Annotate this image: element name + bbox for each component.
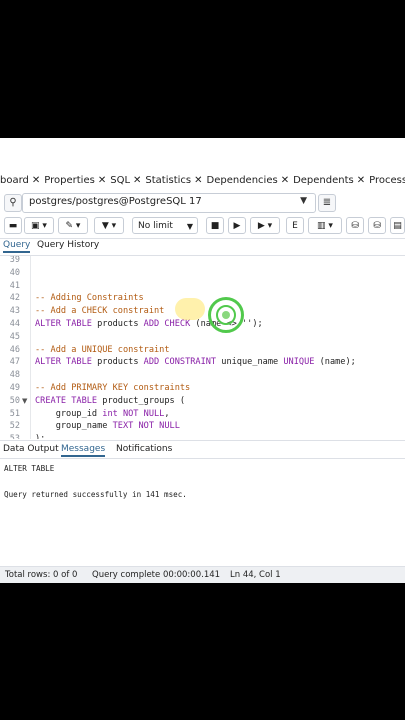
line-number: 52 — [9, 421, 20, 432]
line-number: 41 — [9, 280, 20, 291]
status-query-time: Query complete 00:00:00.141 — [92, 570, 221, 580]
code-token: group_id — [35, 408, 103, 419]
close-icon[interactable]: ✕ — [98, 175, 106, 186]
code-line: -- Add a CHECK constraint — [35, 306, 164, 316]
message-line: Query returned successfully in 141 msec. — [4, 490, 187, 499]
line-number: 48 — [9, 370, 20, 381]
explain-icon[interactable]: E — [286, 217, 304, 234]
tab-sql[interactable]: SQL ✕ — [110, 175, 141, 186]
line-number: 44 — [9, 319, 20, 329]
status-rows: Total rows: 0 of 0 — [5, 570, 78, 580]
code-line: -- Add PRIMARY KEY constraints — [35, 383, 190, 393]
status-bar: Total rows: 0 of 0 Query complete 00:00:… — [0, 566, 405, 583]
stop-icon[interactable]: ■ — [206, 217, 224, 234]
line-number: 42 — [9, 293, 20, 304]
save-button[interactable]: ▣ ▾ — [24, 217, 54, 234]
limit-select[interactable]: No limit ▼ — [132, 217, 198, 234]
execute-icon[interactable]: ▶ — [228, 217, 246, 234]
tab-dashboard[interactable]: board ✕ — [0, 175, 40, 186]
code-token: UNIQUE — [283, 357, 315, 368]
click-highlight — [175, 298, 205, 320]
close-icon[interactable]: ✕ — [194, 175, 202, 186]
code-line: -- Add a UNIQUE constraint — [35, 345, 170, 355]
explain-analyze-button[interactable]: ▥ ▾ — [308, 217, 342, 234]
code-token: products — [91, 357, 144, 368]
line-number: 43 — [9, 306, 20, 317]
connection-select[interactable]: postgres/postgres@PostgreSQL 17 ▼ — [22, 193, 316, 213]
line-number: 53 — [0, 434, 20, 439]
code-token: ALTER TABLE — [35, 319, 92, 329]
line-number: 50 — [9, 395, 20, 406]
status-cursor-position: Ln 44, Col 1 — [230, 570, 281, 580]
code-token: (name); — [314, 357, 356, 368]
object-tab-bar: board ✕ Properties ✕ SQL ✕ Statistics ✕ Depe… — [0, 169, 405, 192]
chevron-down-icon: ▼ — [186, 222, 193, 231]
tab-data-output[interactable]: Data Output — [3, 444, 59, 454]
line-number: 45 — [9, 331, 20, 342]
tab-dependencies[interactable]: Dependencies ✕ — [207, 175, 290, 186]
tab-processes[interactable]: Processes✕ — [369, 175, 405, 186]
code-token: -- Add PRIMARY KEY constraints — [35, 383, 191, 393]
tab-messages[interactable]: Messages — [61, 444, 106, 457]
close-icon[interactable]: ✕ — [357, 175, 365, 186]
line-number: 49 — [9, 383, 20, 393]
output-tabs: Data Output Messages Notifications — [0, 440, 405, 459]
code-token: CREATE TABLE — [35, 395, 98, 406]
code-token: TEXT NOT NULL — [112, 421, 180, 432]
code-token: int NOT NULL — [102, 408, 165, 419]
line-number: 39 — [9, 256, 20, 265]
connection-status-icon[interactable]: ⚲ — [4, 194, 22, 212]
code-line: group_id int NOT NULL, — [35, 409, 170, 419]
click-indicator-dot — [222, 311, 230, 319]
query-toolbar: ▬ ▣ ▾ ✎ ▾ ▼ ▾ No limit ▼ ■ ▶ ▶ ▾ E ▥ ▾ ⛁ … — [0, 214, 405, 239]
code-line: -- Adding Constraints — [35, 293, 144, 303]
close-icon[interactable]: ✕ — [133, 175, 141, 186]
edit-button[interactable]: ✎ ▾ — [58, 217, 88, 234]
code-token: unique_name — [216, 357, 284, 368]
tab-statistics[interactable]: Statistics ✕ — [145, 175, 202, 186]
tab-query-history[interactable]: Query History — [37, 240, 99, 250]
code-token: ); — [35, 434, 45, 439]
code-token: -- Add a UNIQUE constraint — [35, 344, 170, 355]
database-icon[interactable]: ≣ — [318, 194, 336, 212]
line-number: 47 — [9, 357, 20, 368]
open-file-icon[interactable]: ▬ — [4, 217, 22, 234]
rollback-icon[interactable]: ⛁ — [368, 217, 386, 234]
code-token: ADD CHECK — [143, 319, 191, 329]
message-line: ALTER TABLE — [4, 464, 55, 473]
tab-query[interactable]: Query — [3, 240, 31, 253]
sql-editor[interactable]: 39 40 41 42 -- Adding Constraints 43 -- Add a … — [0, 256, 405, 439]
code-token: ALTER TABLE — [35, 357, 92, 368]
pgadmin-window: board ✕ Properties ✕ SQL ✕ Statistics ✕ Depe… — [0, 138, 405, 583]
tab-notifications[interactable]: Notifications — [116, 444, 172, 454]
code-token: , — [164, 408, 170, 419]
tab-dependents[interactable]: Dependents ✕ — [293, 175, 365, 186]
code-token: -- Adding Constraints — [35, 293, 144, 304]
filter-button[interactable]: ▼ ▾ — [94, 217, 124, 234]
code-token: -- Add a CHECK constraint — [35, 306, 165, 317]
code-token: products — [91, 319, 144, 329]
line-number: 46 — [9, 344, 20, 355]
connection-bar: ⚲ postgres/postgres@PostgreSQL 17 ▼ ≣ — [0, 191, 405, 215]
code-token: product_groups ( — [97, 395, 186, 406]
code-line: CREATE TABLE product_groups ( — [35, 396, 185, 406]
code-line: ); — [35, 434, 45, 439]
tab-properties[interactable]: Properties ✕ — [44, 175, 106, 186]
close-icon[interactable]: ✕ — [32, 175, 40, 186]
code-line: group_name TEXT NOT NULL — [35, 421, 180, 431]
execute-options-button[interactable]: ▶ ▾ — [250, 217, 280, 234]
query-tabs: Query Query History — [0, 238, 405, 256]
line-number: 51 — [9, 408, 20, 419]
close-icon[interactable]: ✕ — [281, 175, 289, 186]
code-line: ALTER TABLE products ADD CONSTRAINT uniq… — [35, 357, 356, 367]
macros-icon[interactable]: ▤ — [390, 217, 405, 234]
commit-icon[interactable]: ⛁ — [346, 217, 364, 234]
code-token: ADD CONSTRAINT — [143, 357, 217, 368]
code-token: group_name — [35, 421, 113, 432]
line-number: 40 — [9, 267, 20, 278]
chevron-down-icon: ▼ — [300, 196, 307, 206]
fold-icon[interactable]: ▼ — [22, 397, 27, 405]
